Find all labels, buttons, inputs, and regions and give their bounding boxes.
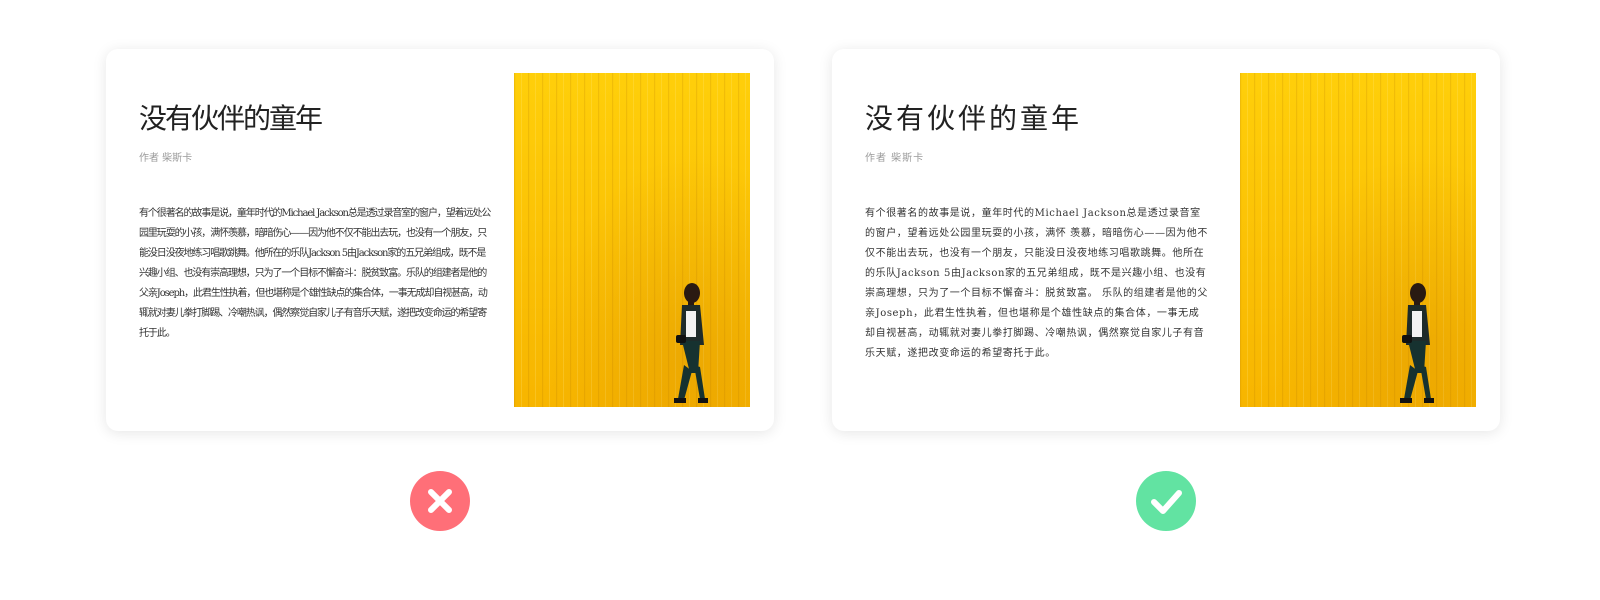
article-photo bbox=[1240, 73, 1476, 407]
good-verdict-badge bbox=[1136, 471, 1196, 531]
cross-icon bbox=[410, 471, 470, 531]
good-example-card: 没有伙伴的童年 作者 柴斯卡 有个很著名的故事是说，童年时代的Michael J… bbox=[832, 49, 1500, 431]
article-byline: 作者 柴斯卡 bbox=[865, 153, 925, 164]
bad-example-card: 没有伙伴的童年 作者 柴斯卡 有个很著名的故事是说，童年时代的Michael J… bbox=[106, 49, 774, 431]
article-byline: 作者 柴斯卡 bbox=[139, 153, 193, 164]
article-body: 有个很著名的故事是说，童年时代的Michael Jackson总是透过录音室的窗… bbox=[865, 208, 1208, 359]
bad-verdict-badge bbox=[410, 471, 470, 531]
woman-walking-yellow-wall-image bbox=[514, 73, 750, 407]
checkmark-icon bbox=[1136, 471, 1196, 531]
article-photo bbox=[514, 73, 750, 407]
article-title: 没有伙伴的童年 bbox=[865, 102, 1083, 135]
article-body: 有个很著名的故事是说，童年时代的Michael Jackson总是透过录音室的窗… bbox=[139, 208, 491, 339]
article-title: 没有伙伴的童年 bbox=[139, 102, 323, 135]
woman-walking-yellow-wall-image bbox=[1240, 73, 1476, 407]
